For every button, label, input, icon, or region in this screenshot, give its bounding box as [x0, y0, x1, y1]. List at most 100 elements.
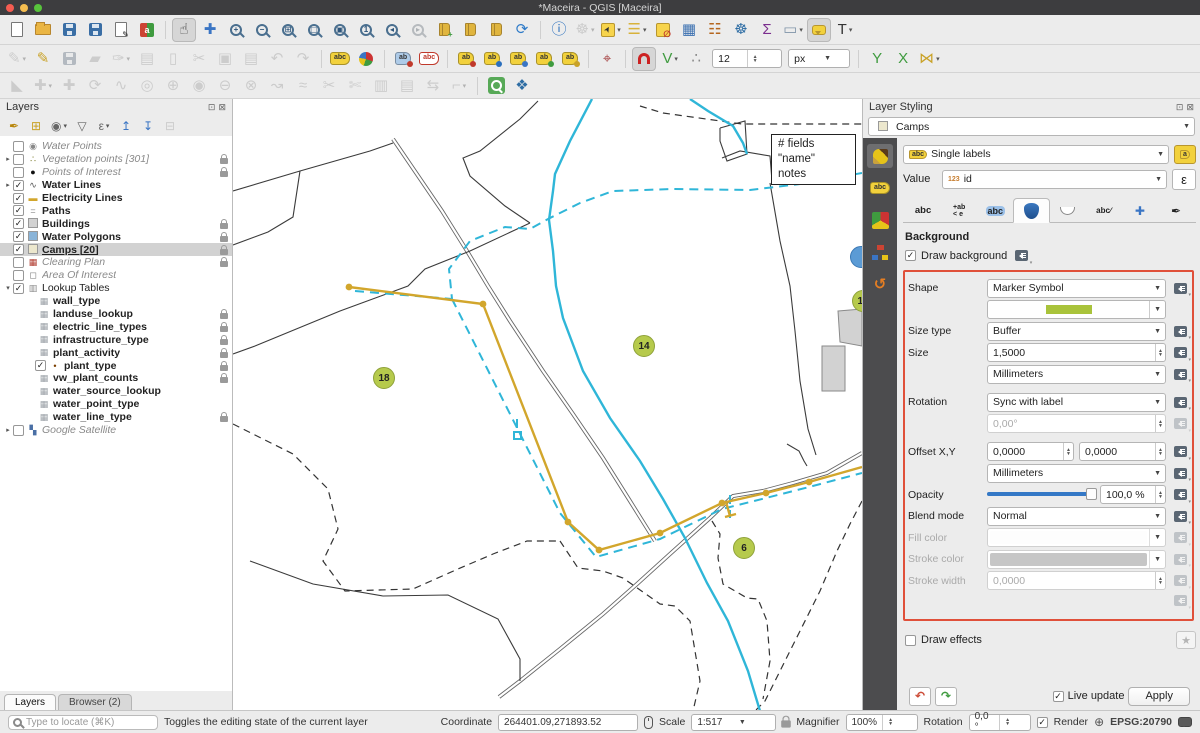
- vertex-tool-dropdown[interactable]: ▾: [127, 55, 131, 63]
- undo-style-button[interactable]: ↶: [909, 687, 931, 706]
- enable-tracing-dropdown[interactable]: ▾: [936, 55, 940, 63]
- zoom-native-resolution-button[interactable]: 1: [354, 18, 378, 42]
- pan-map-button[interactable]: ☝: [172, 18, 196, 42]
- data-defined-override-button[interactable]: [1171, 366, 1189, 382]
- redo-style-button[interactable]: ↷: [935, 687, 957, 706]
- map-canvas[interactable]: 1814615 # fields "name" notes: [233, 99, 862, 710]
- processing-toolbox-button[interactable]: ☸: [729, 18, 753, 42]
- add-group-button[interactable]: ⊞: [27, 117, 45, 135]
- zoom-to-selection-button[interactable]: ▢: [302, 18, 326, 42]
- tab-buffer[interactable]: abc: [977, 198, 1013, 223]
- snapping-type-button[interactable]: V▾: [658, 47, 682, 71]
- layer-item-points-of-interest[interactable]: ●Points of Interest: [0, 166, 232, 179]
- zoom-last-button[interactable]: ◂: [380, 18, 404, 42]
- lock-scale-icon[interactable]: [782, 720, 792, 727]
- draw-background-checkbox[interactable]: [905, 250, 916, 261]
- pin-unpin-labels-button[interactable]: ab: [454, 47, 478, 71]
- tab-labels[interactable]: abc: [867, 176, 893, 200]
- undock-panel-icon[interactable]: ⊡: [1176, 102, 1184, 113]
- layer-item-clearing-plan[interactable]: ▦Clearing Plan: [0, 256, 232, 269]
- layer-item-paths[interactable]: =Paths: [0, 204, 232, 217]
- trim-extend-dropdown[interactable]: ▾: [463, 82, 467, 90]
- change-label-properties-button[interactable]: ab: [558, 47, 582, 71]
- draw-effects-checkbox[interactable]: [905, 635, 916, 646]
- new-project-button[interactable]: [5, 18, 29, 42]
- layer-item-area-of-interest[interactable]: ◻Area Of Interest: [0, 269, 232, 282]
- data-defined-override-button[interactable]: [1171, 465, 1189, 481]
- layer-item-camps-20[interactable]: Camps [20]: [0, 243, 232, 256]
- tab-3d-view[interactable]: [867, 208, 893, 232]
- save-project-button[interactable]: [57, 18, 81, 42]
- close-panel-icon[interactable]: ⊠: [218, 102, 226, 113]
- data-defined-override-button[interactable]: [1171, 345, 1189, 361]
- data-defined-override-button[interactable]: [1171, 323, 1189, 339]
- layer-visibility-checkbox[interactable]: [13, 205, 24, 216]
- text-annotation-button[interactable]: T▾: [833, 18, 857, 42]
- layer-visibility-checkbox[interactable]: [13, 244, 24, 255]
- metasearch-catalog-button[interactable]: ❖: [510, 74, 534, 98]
- layer-item-infrastructure-type[interactable]: ▦infrastructure_type: [0, 333, 232, 346]
- select-features-by-value-dropdown[interactable]: ▾: [643, 26, 647, 34]
- layer-visibility-checkbox[interactable]: [13, 193, 24, 204]
- run-feature-action-dropdown[interactable]: ▾: [591, 26, 595, 34]
- style-manager-button[interactable]: a: [135, 18, 159, 42]
- osm-place-search-button[interactable]: [484, 74, 508, 98]
- crs-indicator[interactable]: EPSG:20790: [1110, 716, 1172, 728]
- locator-input[interactable]: Type to locate (⌘K): [8, 715, 158, 730]
- show-hide-labels-button[interactable]: ab: [480, 47, 504, 71]
- open-project-button[interactable]: [31, 18, 55, 42]
- avoid-intersections-button[interactable]: X: [891, 47, 915, 71]
- undock-panel-icon[interactable]: ⊡: [208, 102, 216, 113]
- layer-expander[interactable]: ▾: [3, 284, 13, 292]
- layer-item-wall-type[interactable]: ▦wall_type: [0, 295, 232, 308]
- layer-visibility-checkbox[interactable]: [13, 283, 24, 294]
- tab-placement[interactable]: ✚: [1122, 198, 1158, 223]
- tab-diagrams[interactable]: [867, 240, 893, 264]
- current-edits-dropdown[interactable]: ▾: [23, 55, 27, 63]
- opacity-slider[interactable]: [987, 485, 1095, 504]
- statistical-summary-button[interactable]: Σ: [755, 18, 779, 42]
- refresh-map-button[interactable]: ⟳: [510, 18, 534, 42]
- layer-expander[interactable]: ▸: [3, 155, 13, 163]
- show-spatial-bookmarks-button[interactable]: [458, 18, 482, 42]
- toggle-editing-button[interactable]: ✎: [31, 47, 55, 71]
- symbol-preview-button[interactable]: ▼: [987, 300, 1166, 319]
- snap-units-button[interactable]: px▼: [786, 47, 852, 71]
- slider-handle[interactable]: [1086, 488, 1097, 500]
- snapping-type-dropdown[interactable]: ▾: [674, 55, 678, 63]
- advanced-digitizing-panel-button[interactable]: ⌖: [595, 47, 619, 71]
- filter-by-expression-button[interactable]: ε▾: [95, 117, 113, 135]
- label-mode-select[interactable]: abcSingle labels ▼: [903, 145, 1169, 164]
- layer-item-electric-line-types[interactable]: ▦electric_line_types: [0, 320, 232, 333]
- layer-item-vegetation-points-301[interactable]: ▸∴Vegetation points [301]: [0, 153, 232, 166]
- select-features-button[interactable]: ▾: [599, 18, 623, 42]
- rotation-mode-select[interactable]: Sync with label▼: [987, 393, 1166, 412]
- expand-all-button[interactable]: ↥: [117, 117, 135, 135]
- layer-visibility-checkbox[interactable]: [13, 218, 24, 229]
- styling-layer-select[interactable]: Camps ▼: [868, 117, 1195, 136]
- layer-expander[interactable]: ▸: [3, 181, 13, 189]
- rotation-input[interactable]: 0,0 °▲▼: [969, 714, 1031, 731]
- bookmark-manager-button[interactable]: [484, 18, 508, 42]
- layer-item-google-satellite[interactable]: ▸▚Google Satellite: [0, 424, 232, 437]
- expression-builder-button[interactable]: ε: [1172, 169, 1196, 190]
- layer-item-water-point-type[interactable]: ▦water_point_type: [0, 398, 232, 411]
- messages-icon[interactable]: [1178, 717, 1192, 727]
- layer-item-buildings[interactable]: Buildings: [0, 217, 232, 230]
- measure-line-dropdown[interactable]: ▾: [799, 26, 803, 34]
- labeling-settings-button[interactable]: a: [1174, 145, 1196, 164]
- tab-history[interactable]: ↺: [867, 272, 893, 296]
- layer-visibility-checkbox[interactable]: [13, 257, 24, 268]
- manage-map-themes-dropdown[interactable]: ▾: [63, 122, 67, 130]
- map-marker-14[interactable]: 14: [633, 335, 655, 357]
- tab-callouts[interactable]: abc∕: [1086, 198, 1122, 223]
- layer-item-plant-type[interactable]: •plant_type: [0, 359, 232, 372]
- tab-shadow[interactable]: [1050, 198, 1086, 223]
- value-field-select[interactable]: 123id ▼: [942, 170, 1167, 189]
- layer-visibility-checkbox[interactable]: [13, 141, 24, 152]
- size-input[interactable]: 1,5000▲▼: [987, 343, 1166, 362]
- map-tips-button[interactable]: [807, 18, 831, 42]
- offset-x-input[interactable]: 0,0000▲▼: [987, 442, 1074, 461]
- live-update-checkbox[interactable]: [1053, 691, 1064, 702]
- enable-tracing-button[interactable]: ⋈▾: [917, 47, 942, 71]
